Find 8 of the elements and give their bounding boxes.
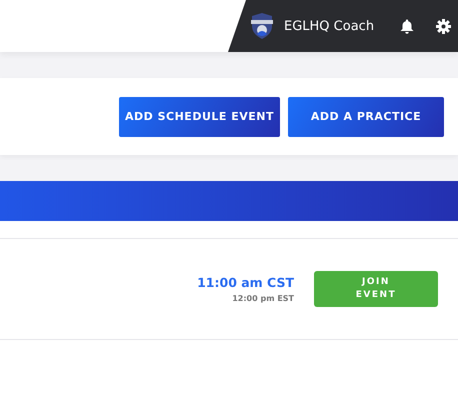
add-practice-button[interactable]: ADD A PRACTICE <box>288 96 444 136</box>
settings-icon[interactable] <box>436 18 452 34</box>
shield-logo-icon <box>250 13 274 39</box>
bell-icon[interactable] <box>400 18 414 34</box>
event-time: 11:00 am CST <box>197 275 294 290</box>
event-alt-time: 12:00 pm EST <box>232 294 294 303</box>
user-name[interactable]: EGLHQ Coach <box>284 18 374 34</box>
add-schedule-event-button[interactable]: ADD SCHEDULE EVENT <box>119 96 280 136</box>
